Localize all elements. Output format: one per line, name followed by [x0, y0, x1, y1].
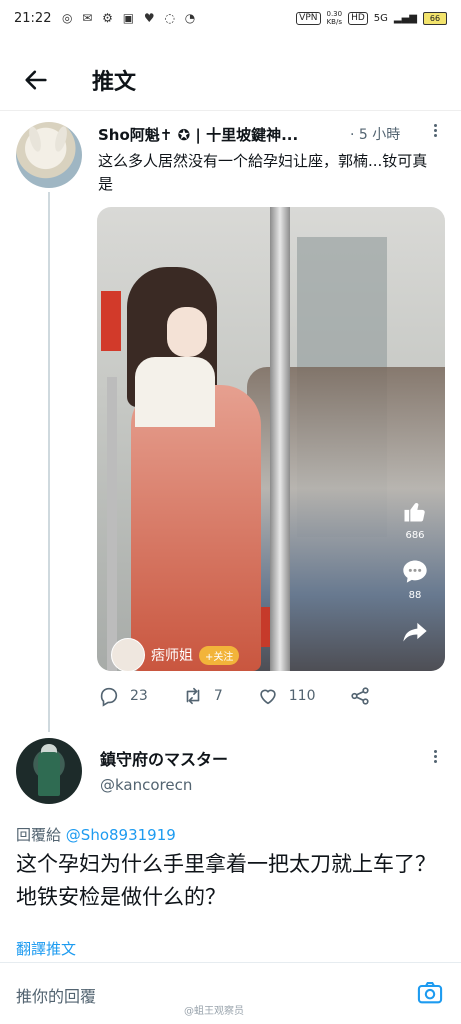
like-button[interactable]: 110: [257, 685, 316, 707]
tweet-author-name[interactable]: Sho阿魁✝ ✪ | 十里坡鍵神...: [98, 124, 298, 145]
reply-to-line: 回覆給 @Sho8931919: [16, 824, 176, 845]
retweet-button[interactable]: 7: [182, 685, 223, 707]
share-arrow-icon[interactable]: [401, 617, 429, 645]
reply-input[interactable]: 推你的回覆: [16, 983, 96, 1007]
tweet-time: · 5 小時: [350, 127, 401, 143]
media-side-actions: 686 88: [393, 497, 437, 650]
weibo-watermark: @蛆王观察员: [184, 1006, 244, 1017]
network-speed-unit: KB/s: [326, 18, 342, 26]
reply-button[interactable]: 23: [98, 685, 148, 707]
network-speed: 0.30 KB/s: [327, 10, 343, 26]
woman-face: [167, 307, 207, 357]
grab-pole-center: [270, 207, 290, 671]
translate-tweet-link[interactable]: 翻譯推文: [16, 938, 76, 959]
share-button[interactable]: [349, 685, 371, 707]
network-speed-value: 0.30: [326, 10, 343, 18]
woman-dress: [131, 385, 261, 671]
tweet-media-image[interactable]: 686 88 痞师姐 +关注: [97, 207, 445, 671]
like-count: 110: [288, 688, 316, 704]
notification-icons: ◎ ✉ ⚙ ▣ ♥ ◌ ◔: [62, 11, 199, 25]
status-right: VPN 0.30 KB/s HD 5G ▂▄▆ 66: [296, 10, 447, 26]
signal-bars-icon: ▂▄▆: [393, 12, 417, 24]
reply-to-prefix: 回覆給: [16, 826, 62, 844]
avatar-ear: [26, 125, 44, 153]
battery-icon: 66: [423, 11, 447, 25]
tweet-text: 这个孕妇为什么手里拿着一把太刀就上车了？地铁安检是做什么的？: [16, 852, 436, 909]
avatar[interactable]: [16, 738, 82, 804]
thumbs-up-icon[interactable]: [401, 497, 429, 525]
follow-button[interactable]: +关注: [199, 645, 240, 665]
back-arrow-icon[interactable]: [22, 66, 50, 94]
status-time: 21:22: [14, 11, 52, 26]
more-options-icon[interactable]: [432, 122, 438, 142]
tweet-actions: 23 7 110: [98, 683, 428, 709]
share-nodes-icon: [351, 687, 370, 705]
camera-icon[interactable]: [416, 979, 444, 1007]
avatar-figure: [38, 752, 60, 796]
status-bar: 21:22 ◎ ✉ ⚙ ▣ ♥ ◌ ◔ VPN 0.30 KB/s HD 5G …: [0, 0, 461, 40]
media-author-bar: 痞师姐 +关注: [111, 638, 240, 671]
comment-bubble-icon[interactable]: [401, 557, 429, 585]
woman-shirt: [135, 357, 215, 427]
more-options-icon[interactable]: [432, 748, 438, 768]
hd-badge: HD: [348, 11, 368, 25]
avatar[interactable]: [16, 122, 82, 188]
page-title: 推文: [92, 70, 137, 95]
reply-count: 23: [130, 688, 148, 704]
reply-icon: [100, 687, 118, 707]
retweet-count: 7: [213, 688, 223, 704]
media-author-avatar[interactable]: [111, 638, 145, 671]
heart-icon: [260, 689, 276, 705]
thread-line: [48, 192, 50, 732]
tweet-author-handle[interactable]: @kancorecn: [100, 776, 192, 794]
vpn-badge: VPN: [296, 11, 321, 25]
avatar-ear: [52, 125, 70, 153]
tweet-text: 这么多人居然没有一个給孕妇让座，郭楠...钕可真是: [98, 152, 428, 193]
tweet-author-name[interactable]: 鎮守府のマスター: [100, 746, 228, 770]
signal-label: 5G: [373, 12, 388, 24]
retweet-icon: [186, 687, 200, 705]
top-bar: 推文: [0, 50, 461, 111]
media-comment-count: 88: [408, 590, 422, 601]
reply-to-handle-link[interactable]: @Sho8931919: [66, 826, 176, 844]
media-like-count: 686: [405, 530, 425, 541]
red-sign: [101, 291, 121, 351]
media-author-name: 痞师姐: [151, 648, 193, 664]
grab-pole: [107, 377, 117, 671]
